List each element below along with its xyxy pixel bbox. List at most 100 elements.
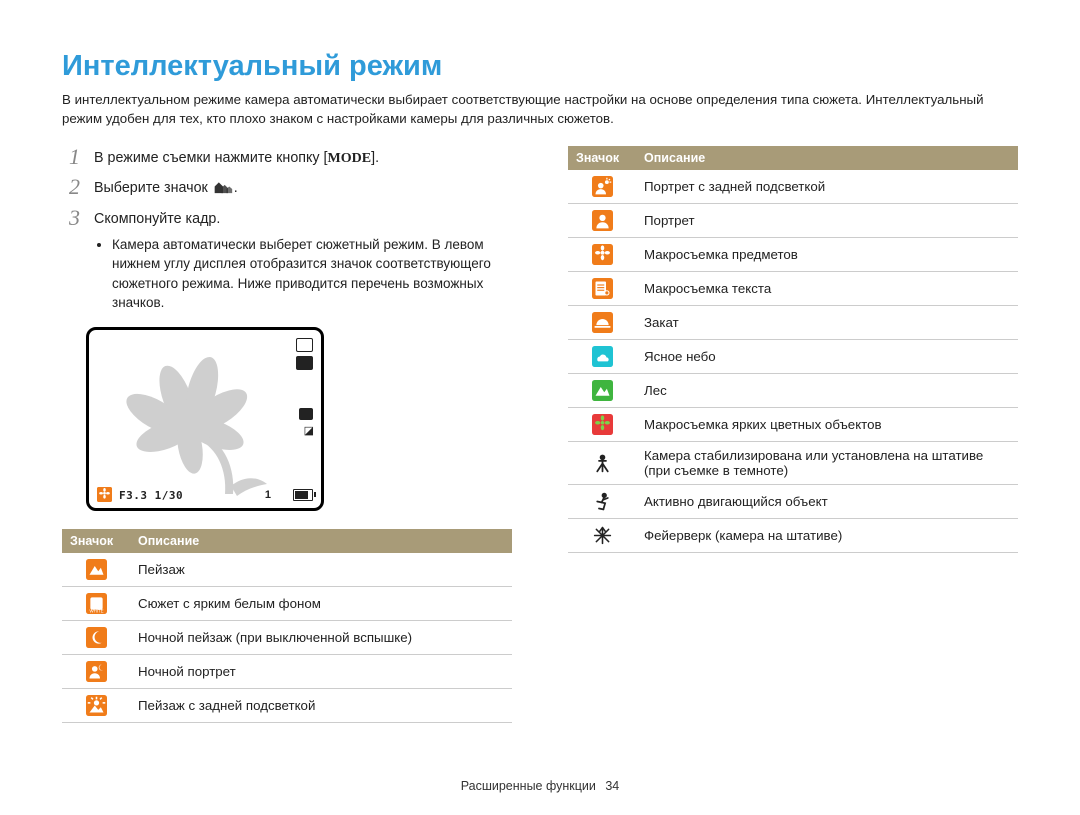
step-2-text-after: .	[234, 180, 238, 196]
table-row: Камера стабилизирована или установлена н…	[568, 442, 1018, 485]
desc-cell: Лес	[636, 374, 1018, 408]
step-2-text-before: Выберите значок	[94, 180, 212, 196]
desc-cell: Сюжет с ярким белым фоном	[130, 586, 512, 620]
table-row: Ясное небо	[568, 340, 1018, 374]
desc-cell: Ясное небо	[636, 340, 1018, 374]
desc-cell: Ночной пейзаж (при выключенной вспышке)	[130, 620, 512, 654]
desc-cell: Портрет с задней подсветкой	[636, 170, 1018, 204]
step-1-text-before: В режиме съемки нажмите кнопку [	[94, 150, 328, 166]
icon-cell	[568, 442, 636, 485]
th-desc: Описание	[130, 529, 512, 553]
page-title: Интеллектуальный режим	[62, 50, 1018, 83]
desc-cell: Пейзаж с задней подсветкой	[130, 688, 512, 722]
mode-key-label: MODE	[328, 151, 372, 166]
forest-icon	[592, 380, 613, 401]
table-row: Макросъемка ярких цветных объектов	[568, 408, 1018, 442]
table-row: Ночной пейзаж (при выключенной вспышке)	[62, 620, 512, 654]
overlay-flash-auto-icon	[299, 408, 313, 420]
flower-illustration	[107, 348, 277, 498]
table-row: Сюжет с ярким белым фоном	[62, 586, 512, 620]
icon-cell	[568, 306, 636, 340]
icon-cell	[62, 586, 130, 620]
fireworks-icon	[592, 525, 613, 546]
step-number: 1	[62, 146, 80, 168]
icon-table-right: Значок Описание Портрет с задней подсвет…	[568, 146, 1018, 553]
th-icon: Значок	[568, 146, 636, 170]
right-column: Значок Описание Портрет с задней подсвет…	[568, 146, 1018, 723]
table-row: Макросъемка текста	[568, 272, 1018, 306]
step-1-text-after: ].	[371, 150, 379, 166]
th-icon: Значок	[62, 529, 130, 553]
night-landscape-icon	[86, 627, 107, 648]
desc-cell: Макросъемка ярких цветных объектов	[636, 408, 1018, 442]
icon-table-left: Значок Описание ПейзажСюжет с ярким белы…	[62, 529, 512, 723]
icon-cell	[62, 654, 130, 688]
desc-cell: Макросъемка текста	[636, 272, 1018, 306]
icon-cell	[62, 688, 130, 722]
step-3: 3 Скомпонуйте кадр. Камера автоматически…	[62, 207, 512, 313]
step-1: 1 В режиме съемки нажмите кнопку [MODE].	[62, 146, 512, 169]
icon-cell	[568, 238, 636, 272]
battery-icon	[293, 489, 313, 501]
table-row: Портрет с задней подсветкой	[568, 170, 1018, 204]
table-row: Закат	[568, 306, 1018, 340]
exposure-readout: F3.3 1/30	[119, 489, 183, 502]
white-bg-icon	[86, 593, 107, 614]
overlay-photo-mode-icon	[296, 338, 313, 352]
macro-object-icon	[592, 244, 613, 265]
overlay-single-shot-icon	[296, 356, 313, 370]
step-number: 3	[62, 207, 80, 229]
desc-cell: Портрет	[636, 204, 1018, 238]
left-column: 1 В режиме съемки нажмите кнопку [MODE].…	[62, 146, 512, 723]
backlit-landscape-icon	[86, 695, 107, 716]
detected-scene-icon	[97, 487, 112, 502]
th-desc: Описание	[636, 146, 1018, 170]
manual-page: Интеллектуальный режим В интеллектуально…	[0, 0, 1080, 815]
intro-paragraph: В интеллектуальном режиме камера автомат…	[62, 91, 1018, 128]
sunset-icon	[592, 312, 613, 333]
icon-cell	[568, 519, 636, 553]
portrait-icon	[592, 210, 613, 231]
icon-cell	[568, 374, 636, 408]
page-footer: Расширенные функции 34	[0, 779, 1080, 793]
icon-cell	[62, 553, 130, 587]
icon-cell	[568, 485, 636, 519]
table-row: Лес	[568, 374, 1018, 408]
table-row: Пейзаж	[62, 553, 512, 587]
desc-cell: Активно двигающийся объект	[636, 485, 1018, 519]
tripod-icon	[592, 453, 613, 474]
clear-sky-icon	[592, 346, 613, 367]
smart-auto-icon	[212, 179, 234, 201]
step-3-bullet-list: Камера автоматически выберет сюжетный ре…	[94, 235, 512, 313]
overlay-stabilizer-icon: ◪	[304, 424, 314, 437]
step-3-text: Скомпонуйте кадр.	[94, 211, 220, 227]
table-row: Ночной портрет	[62, 654, 512, 688]
desc-cell: Фейерверк (камера на штативе)	[636, 519, 1018, 553]
table-row: Активно двигающийся объект	[568, 485, 1018, 519]
desc-cell: Макросъемка предметов	[636, 238, 1018, 272]
macro-color-icon	[592, 414, 613, 435]
footer-page-number: 34	[605, 779, 619, 793]
night-portrait-icon	[86, 661, 107, 682]
step-number: 2	[62, 176, 80, 198]
icon-cell	[568, 408, 636, 442]
camera-display-frame: ◪ F3.3 1/30 1	[86, 327, 324, 511]
desc-cell: Закат	[636, 306, 1018, 340]
landscape-icon	[86, 559, 107, 580]
desc-cell: Пейзаж	[130, 553, 512, 587]
table-row: Портрет	[568, 204, 1018, 238]
icon-cell	[568, 204, 636, 238]
footer-section: Расширенные функции	[461, 779, 596, 793]
icon-cell	[568, 340, 636, 374]
table-row: Пейзаж с задней подсветкой	[62, 688, 512, 722]
macro-text-icon	[592, 278, 613, 299]
backlit-portrait-icon	[592, 176, 613, 197]
action-icon	[592, 491, 613, 512]
icon-cell	[62, 620, 130, 654]
table-row: Макросъемка предметов	[568, 238, 1018, 272]
step-2: 2 Выберите значок .	[62, 176, 512, 201]
desc-cell: Камера стабилизирована или установлена н…	[636, 442, 1018, 485]
icon-cell	[568, 272, 636, 306]
shots-remaining: 1	[265, 489, 271, 501]
step-3-bullet: Камера автоматически выберет сюжетный ре…	[112, 235, 512, 313]
